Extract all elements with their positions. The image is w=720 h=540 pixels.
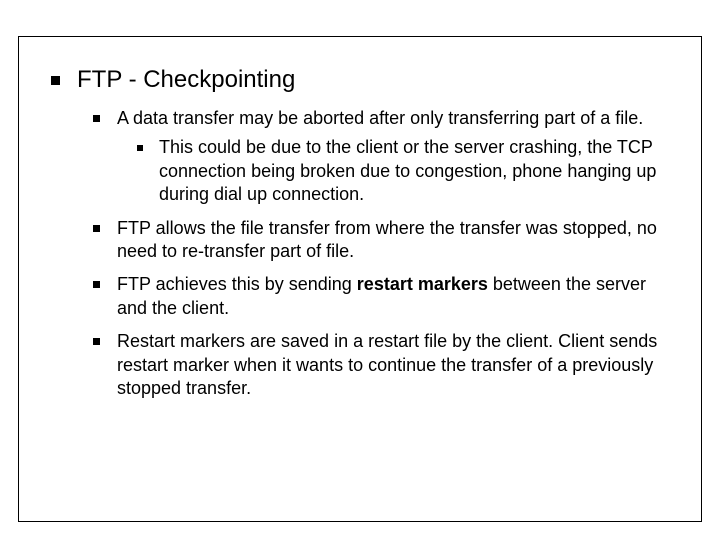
list-item: A data transfer may be aborted after onl…: [87, 107, 669, 207]
slide-frame: FTP - Checkpointing A data transfer may …: [18, 36, 702, 522]
bullet-text-bold: restart markers: [357, 274, 488, 294]
slide: FTP - Checkpointing A data transfer may …: [0, 0, 720, 540]
bullet-list-level-0: FTP - Checkpointing A data transfer may …: [51, 65, 669, 400]
bullet-text: A data transfer may be aborted after onl…: [117, 108, 643, 128]
list-item: Restart markers are saved in a restart f…: [87, 330, 669, 400]
bullet-list-level-1: A data transfer may be aborted after onl…: [77, 107, 669, 400]
list-item: FTP allows the file transfer from where …: [87, 217, 669, 264]
bullet-text: FTP allows the file transfer from where …: [117, 218, 657, 261]
title-bullet: FTP - Checkpointing A data transfer may …: [51, 65, 669, 400]
bullet-text-pre: FTP achieves this by sending: [117, 274, 357, 294]
bullet-list-level-2: This could be due to the client or the s…: [117, 136, 669, 206]
slide-title: FTP - Checkpointing: [77, 66, 295, 93]
bullet-text: Restart markers are saved in a restart f…: [117, 331, 657, 398]
list-item: FTP achieves this by sending restart mar…: [87, 273, 669, 320]
list-item: This could be due to the client or the s…: [131, 136, 669, 206]
bullet-text: This could be due to the client or the s…: [159, 137, 656, 204]
